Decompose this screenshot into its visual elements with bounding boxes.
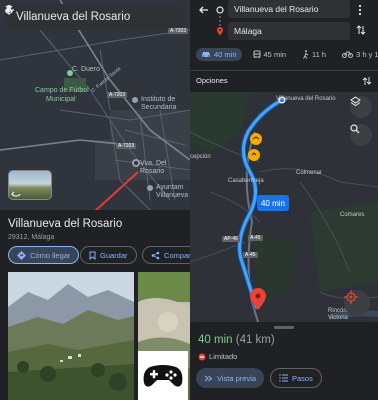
destination-pin-icon bbox=[216, 26, 224, 36]
steps-label: Pasos bbox=[292, 373, 313, 383]
route-time: 40 min bbox=[198, 334, 233, 346]
directions-header: Villanueva del Rosario Málaga 40 min 45 … bbox=[190, 0, 378, 92]
directions-panel: Villanueva del Rosario Málaga 40 min 45 … bbox=[190, 0, 378, 400]
mode-car[interactable]: 40 min bbox=[196, 47, 242, 61]
bike-icon bbox=[342, 50, 354, 58]
restriction-label: Limitado bbox=[209, 352, 238, 361]
share-label: Compar bbox=[164, 250, 190, 260]
destination-field[interactable]: Málaga bbox=[228, 22, 350, 40]
road-tag: A-7203 bbox=[168, 28, 189, 34]
car-icon bbox=[201, 50, 211, 58]
my-location-button[interactable] bbox=[344, 290, 370, 316]
save-label: Guardar bbox=[100, 250, 128, 260]
options-row[interactable]: Opciones bbox=[190, 70, 378, 90]
map-label: C. Duero bbox=[72, 66, 101, 73]
mode-bike[interactable]: 3 h y 18 bbox=[337, 48, 378, 61]
route-duration: 40 min (41 km) bbox=[198, 334, 275, 346]
place-panel: Villanueva del Rosario C. Duero Campo de… bbox=[0, 0, 190, 400]
travel-modes: 40 min 45 min 11 h 3 h y 18 bbox=[190, 44, 378, 64]
bus-icon bbox=[253, 50, 261, 59]
directions-button[interactable]: Cómo llegar bbox=[8, 246, 80, 264]
route-summary-sheet: 40 min (41 km) Limitado Vista previa Pas… bbox=[190, 322, 378, 400]
search-bar[interactable]: Villanueva del Rosario bbox=[4, 4, 186, 30]
mode-bike-label: 3 h y 18 bbox=[356, 49, 378, 59]
map-label: Instituto de bbox=[141, 96, 176, 103]
route-restriction: Limitado bbox=[198, 352, 237, 361]
map-label: Vva. Del Rosario bbox=[140, 160, 167, 175]
list-icon bbox=[279, 374, 288, 382]
mode-walk-label: 11 h bbox=[312, 49, 327, 59]
place-subtitle: 29312, Málaga bbox=[8, 234, 55, 241]
no-entry-icon bbox=[198, 353, 206, 361]
road-tag: AP-46 bbox=[222, 236, 240, 242]
navigation-arrow-icon bbox=[204, 374, 213, 383]
map-label: Secundaria bbox=[141, 104, 177, 111]
map-label: Villanueva bbox=[156, 192, 189, 199]
save-button[interactable]: Guardar bbox=[80, 246, 137, 264]
mode-walk[interactable]: 11 h bbox=[297, 48, 331, 61]
street-view-thumbnail[interactable] bbox=[8, 170, 52, 200]
directions-icon bbox=[17, 250, 26, 260]
preview-button[interactable]: Vista previa bbox=[196, 368, 265, 388]
map-label: Villanueva del Rosario bbox=[276, 96, 336, 102]
bookmark-icon bbox=[89, 251, 96, 260]
map-label: Ayuntam bbox=[156, 184, 184, 191]
place-map[interactable]: Villanueva del Rosario C. Duero Campo de… bbox=[0, 0, 190, 210]
share-button[interactable]: Compar bbox=[142, 246, 190, 264]
map-label: cepción bbox=[190, 154, 211, 160]
swap-icon[interactable] bbox=[356, 24, 366, 36]
origin-dot-icon bbox=[216, 6, 224, 14]
map-label: Municipal bbox=[46, 96, 76, 103]
search-input[interactable]: Villanueva del Rosario bbox=[16, 11, 172, 23]
origin-field[interactable]: Villanueva del Rosario bbox=[228, 0, 350, 18]
share-icon bbox=[151, 251, 160, 260]
options-label: Opciones bbox=[196, 76, 228, 85]
layers-button[interactable] bbox=[350, 96, 372, 118]
back-arrow-icon[interactable] bbox=[198, 4, 210, 16]
route-map[interactable]: Villanueva del Rosario Casabermeja Colme… bbox=[190, 92, 378, 322]
swap-vertical-icon[interactable] bbox=[362, 76, 372, 86]
search-along-route-button[interactable] bbox=[350, 124, 372, 146]
more-options-icon[interactable] bbox=[358, 4, 362, 16]
sheet-drag-handle[interactable] bbox=[274, 326, 294, 329]
mode-transit[interactable]: 45 min bbox=[248, 48, 292, 61]
place-title: Villanueva del Rosario bbox=[8, 218, 123, 230]
road-tag: A-45 bbox=[248, 235, 263, 241]
gamepad-logo bbox=[138, 351, 188, 400]
directions-label: Cómo llegar bbox=[30, 250, 71, 260]
mode-transit-label: 45 min bbox=[263, 49, 287, 59]
gamepad-icon bbox=[142, 363, 184, 389]
road-tag: A-45 bbox=[243, 252, 258, 258]
map-label: Casabermeja bbox=[228, 178, 264, 184]
route-distance: (41 km) bbox=[235, 334, 275, 346]
road-tag: A-7203 bbox=[116, 143, 137, 149]
preview-label: Vista previa bbox=[217, 373, 257, 383]
map-label: Colmenar bbox=[296, 170, 323, 176]
map-label: Comares bbox=[340, 212, 365, 218]
road-tag: A-7203 bbox=[107, 92, 128, 98]
walk-icon bbox=[302, 49, 309, 59]
route-time-badge[interactable]: 40 min bbox=[257, 195, 289, 211]
steps-button[interactable]: Pasos bbox=[270, 368, 322, 388]
mode-car-label: 40 min bbox=[214, 49, 237, 59]
map-label: Campo de Fútbol bbox=[35, 87, 89, 94]
place-photo-main[interactable] bbox=[8, 272, 134, 400]
